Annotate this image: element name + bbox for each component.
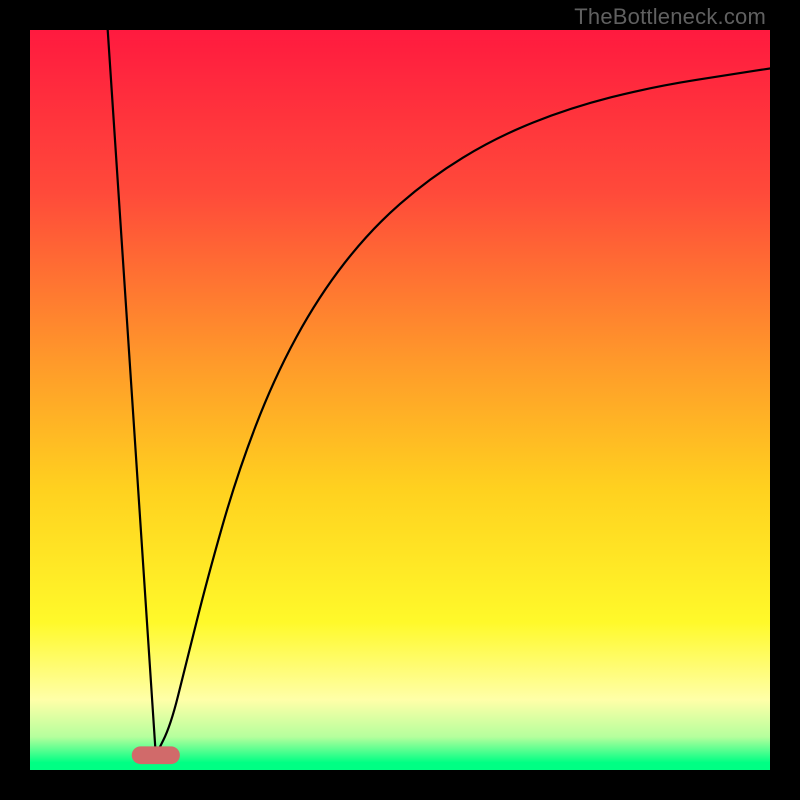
chart-frame: TheBottleneck.com <box>0 0 800 800</box>
optimum-marker <box>132 746 180 764</box>
plot-area <box>30 30 770 770</box>
gradient-background <box>30 30 770 770</box>
chart-svg <box>30 30 770 770</box>
watermark-text: TheBottleneck.com <box>574 4 766 30</box>
